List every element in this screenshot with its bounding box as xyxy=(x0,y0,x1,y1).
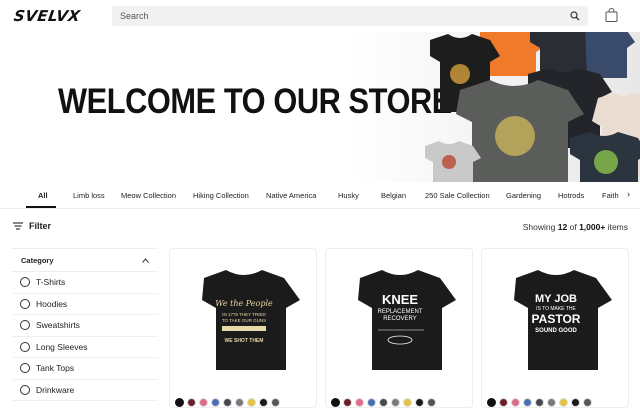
logo[interactable]: SVELVX xyxy=(13,7,82,25)
radio-button[interactable] xyxy=(20,341,30,352)
tab-limb-loss[interactable]: Limb loss xyxy=(73,191,105,200)
svg-text:TO TAKE OUR GUNS: TO TAKE OUR GUNS xyxy=(222,318,266,323)
color-swatch[interactable] xyxy=(259,398,268,407)
tab-husky[interactable]: Husky xyxy=(338,191,359,200)
category-option-drinkware[interactable]: Drinkware xyxy=(12,380,158,401)
color-swatch[interactable] xyxy=(571,398,580,407)
search-input[interactable] xyxy=(120,11,540,21)
svg-text:REPLACEMENT: REPLACEMENT xyxy=(377,309,422,315)
category-filter-panel: Category T-Shirts Hoodies Sweatshirts Lo… xyxy=(12,248,158,401)
tab-native-america[interactable]: Native America xyxy=(266,191,316,200)
tab-gardening[interactable]: Gardening xyxy=(506,191,541,200)
color-swatch[interactable] xyxy=(583,398,592,407)
color-swatch[interactable] xyxy=(343,398,352,407)
product-card[interactable]: KNEE REPLACEMENT RECOVERY xyxy=(325,248,473,408)
svg-text:IN 1776 THEY TRIED: IN 1776 THEY TRIED xyxy=(222,312,266,317)
tab-all[interactable]: All xyxy=(38,191,48,200)
color-swatch[interactable] xyxy=(247,398,256,407)
color-swatch[interactable] xyxy=(187,398,196,407)
search-icon[interactable] xyxy=(570,11,580,21)
tab-250-sale-collection[interactable]: 250 Sale Collection xyxy=(425,191,490,200)
category-option-tshirts[interactable]: T-Shirts xyxy=(12,272,158,294)
color-swatches xyxy=(487,398,592,407)
filter-icon xyxy=(13,222,23,230)
product-image[interactable]: We the People IN 1776 THEY TRIED TO TAKE… xyxy=(170,249,316,389)
product-card[interactable]: We the People IN 1776 THEY TRIED TO TAKE… xyxy=(169,248,317,408)
color-swatch[interactable] xyxy=(355,398,364,407)
tab-hiking-collection[interactable]: Hiking Collection xyxy=(193,191,249,200)
svg-text:KNEE: KNEE xyxy=(382,292,418,307)
radio-button[interactable] xyxy=(20,277,30,288)
svg-text:We the People: We the People xyxy=(215,299,273,308)
color-swatch[interactable] xyxy=(199,398,208,407)
hero-title: WELCOME TO OUR STORE xyxy=(58,82,452,121)
search-bar[interactable] xyxy=(112,6,588,26)
color-swatch[interactable] xyxy=(415,398,424,407)
color-swatch[interactable] xyxy=(511,398,520,407)
svg-text:SOUND GOOD: SOUND GOOD xyxy=(535,328,577,334)
site-header: SVELVX xyxy=(0,0,640,32)
filter-label: Filter xyxy=(29,221,52,231)
svg-text:PASTOR: PASTOR xyxy=(532,312,581,326)
color-swatch[interactable] xyxy=(211,398,220,407)
color-swatch[interactable] xyxy=(235,398,244,407)
tab-belgian[interactable]: Belgian xyxy=(381,191,406,200)
svg-text:MY JOB: MY JOB xyxy=(535,293,577,305)
radio-button[interactable] xyxy=(20,384,30,395)
radio-button[interactable] xyxy=(20,320,30,331)
color-swatch[interactable] xyxy=(499,398,508,407)
color-swatch[interactable] xyxy=(271,398,280,407)
tab-faith[interactable]: Faith xyxy=(602,191,619,200)
color-swatch[interactable] xyxy=(223,398,232,407)
color-swatch[interactable] xyxy=(559,398,568,407)
radio-button[interactable] xyxy=(20,298,30,309)
chevron-up-icon[interactable] xyxy=(142,257,149,263)
active-tab-indicator xyxy=(26,206,56,208)
hero-banner[interactable]: WELCOME TO OUR STORE xyxy=(0,32,640,182)
category-option-hoodies[interactable]: Hoodies xyxy=(12,294,158,315)
tab-hotrods[interactable]: Hotrods xyxy=(558,191,584,200)
filter-toolbar: Filter Showing 12 of 1,000+ items xyxy=(0,218,640,238)
chevron-right-icon[interactable]: › xyxy=(627,189,630,199)
product-card[interactable]: MY JOB IS TO MAKE THE PASTOR SOUND GOOD xyxy=(481,248,629,408)
tshirt-collage-image xyxy=(425,32,640,182)
color-swatch[interactable] xyxy=(403,398,412,407)
color-swatches xyxy=(175,398,280,407)
color-swatch[interactable] xyxy=(331,398,340,407)
color-swatch[interactable] xyxy=(547,398,556,407)
product-image[interactable]: MY JOB IS TO MAKE THE PASTOR SOUND GOOD xyxy=(482,249,628,389)
color-swatch[interactable] xyxy=(535,398,544,407)
color-swatch[interactable] xyxy=(391,398,400,407)
shopping-bag-icon[interactable] xyxy=(605,8,618,22)
category-tabs: All Limb loss Meow Collection Hiking Col… xyxy=(0,183,640,209)
color-swatch[interactable] xyxy=(523,398,532,407)
color-swatch[interactable] xyxy=(379,398,388,407)
radio-button[interactable] xyxy=(20,363,30,374)
svg-text:RECOVERY: RECOVERY xyxy=(383,316,417,322)
svg-text:WE SHOT THEM: WE SHOT THEM xyxy=(225,338,264,344)
tab-meow-collection[interactable]: Meow Collection xyxy=(121,191,176,200)
category-option-tank-tops[interactable]: Tank Tops xyxy=(12,358,158,380)
category-option-long-sleeves[interactable]: Long Sleeves xyxy=(12,337,158,358)
filter-button[interactable]: Filter xyxy=(13,221,51,231)
color-swatch[interactable] xyxy=(487,398,496,407)
product-image[interactable]: KNEE REPLACEMENT RECOVERY xyxy=(326,249,472,389)
color-swatch[interactable] xyxy=(175,398,184,407)
color-swatch[interactable] xyxy=(427,398,436,407)
results-count: Showing 12 of 1,000+ items xyxy=(522,222,628,232)
color-swatches xyxy=(331,398,436,407)
category-filter-header[interactable]: Category xyxy=(12,248,158,272)
category-option-sweatshirts[interactable]: Sweatshirts xyxy=(12,315,158,337)
color-swatch[interactable] xyxy=(367,398,376,407)
